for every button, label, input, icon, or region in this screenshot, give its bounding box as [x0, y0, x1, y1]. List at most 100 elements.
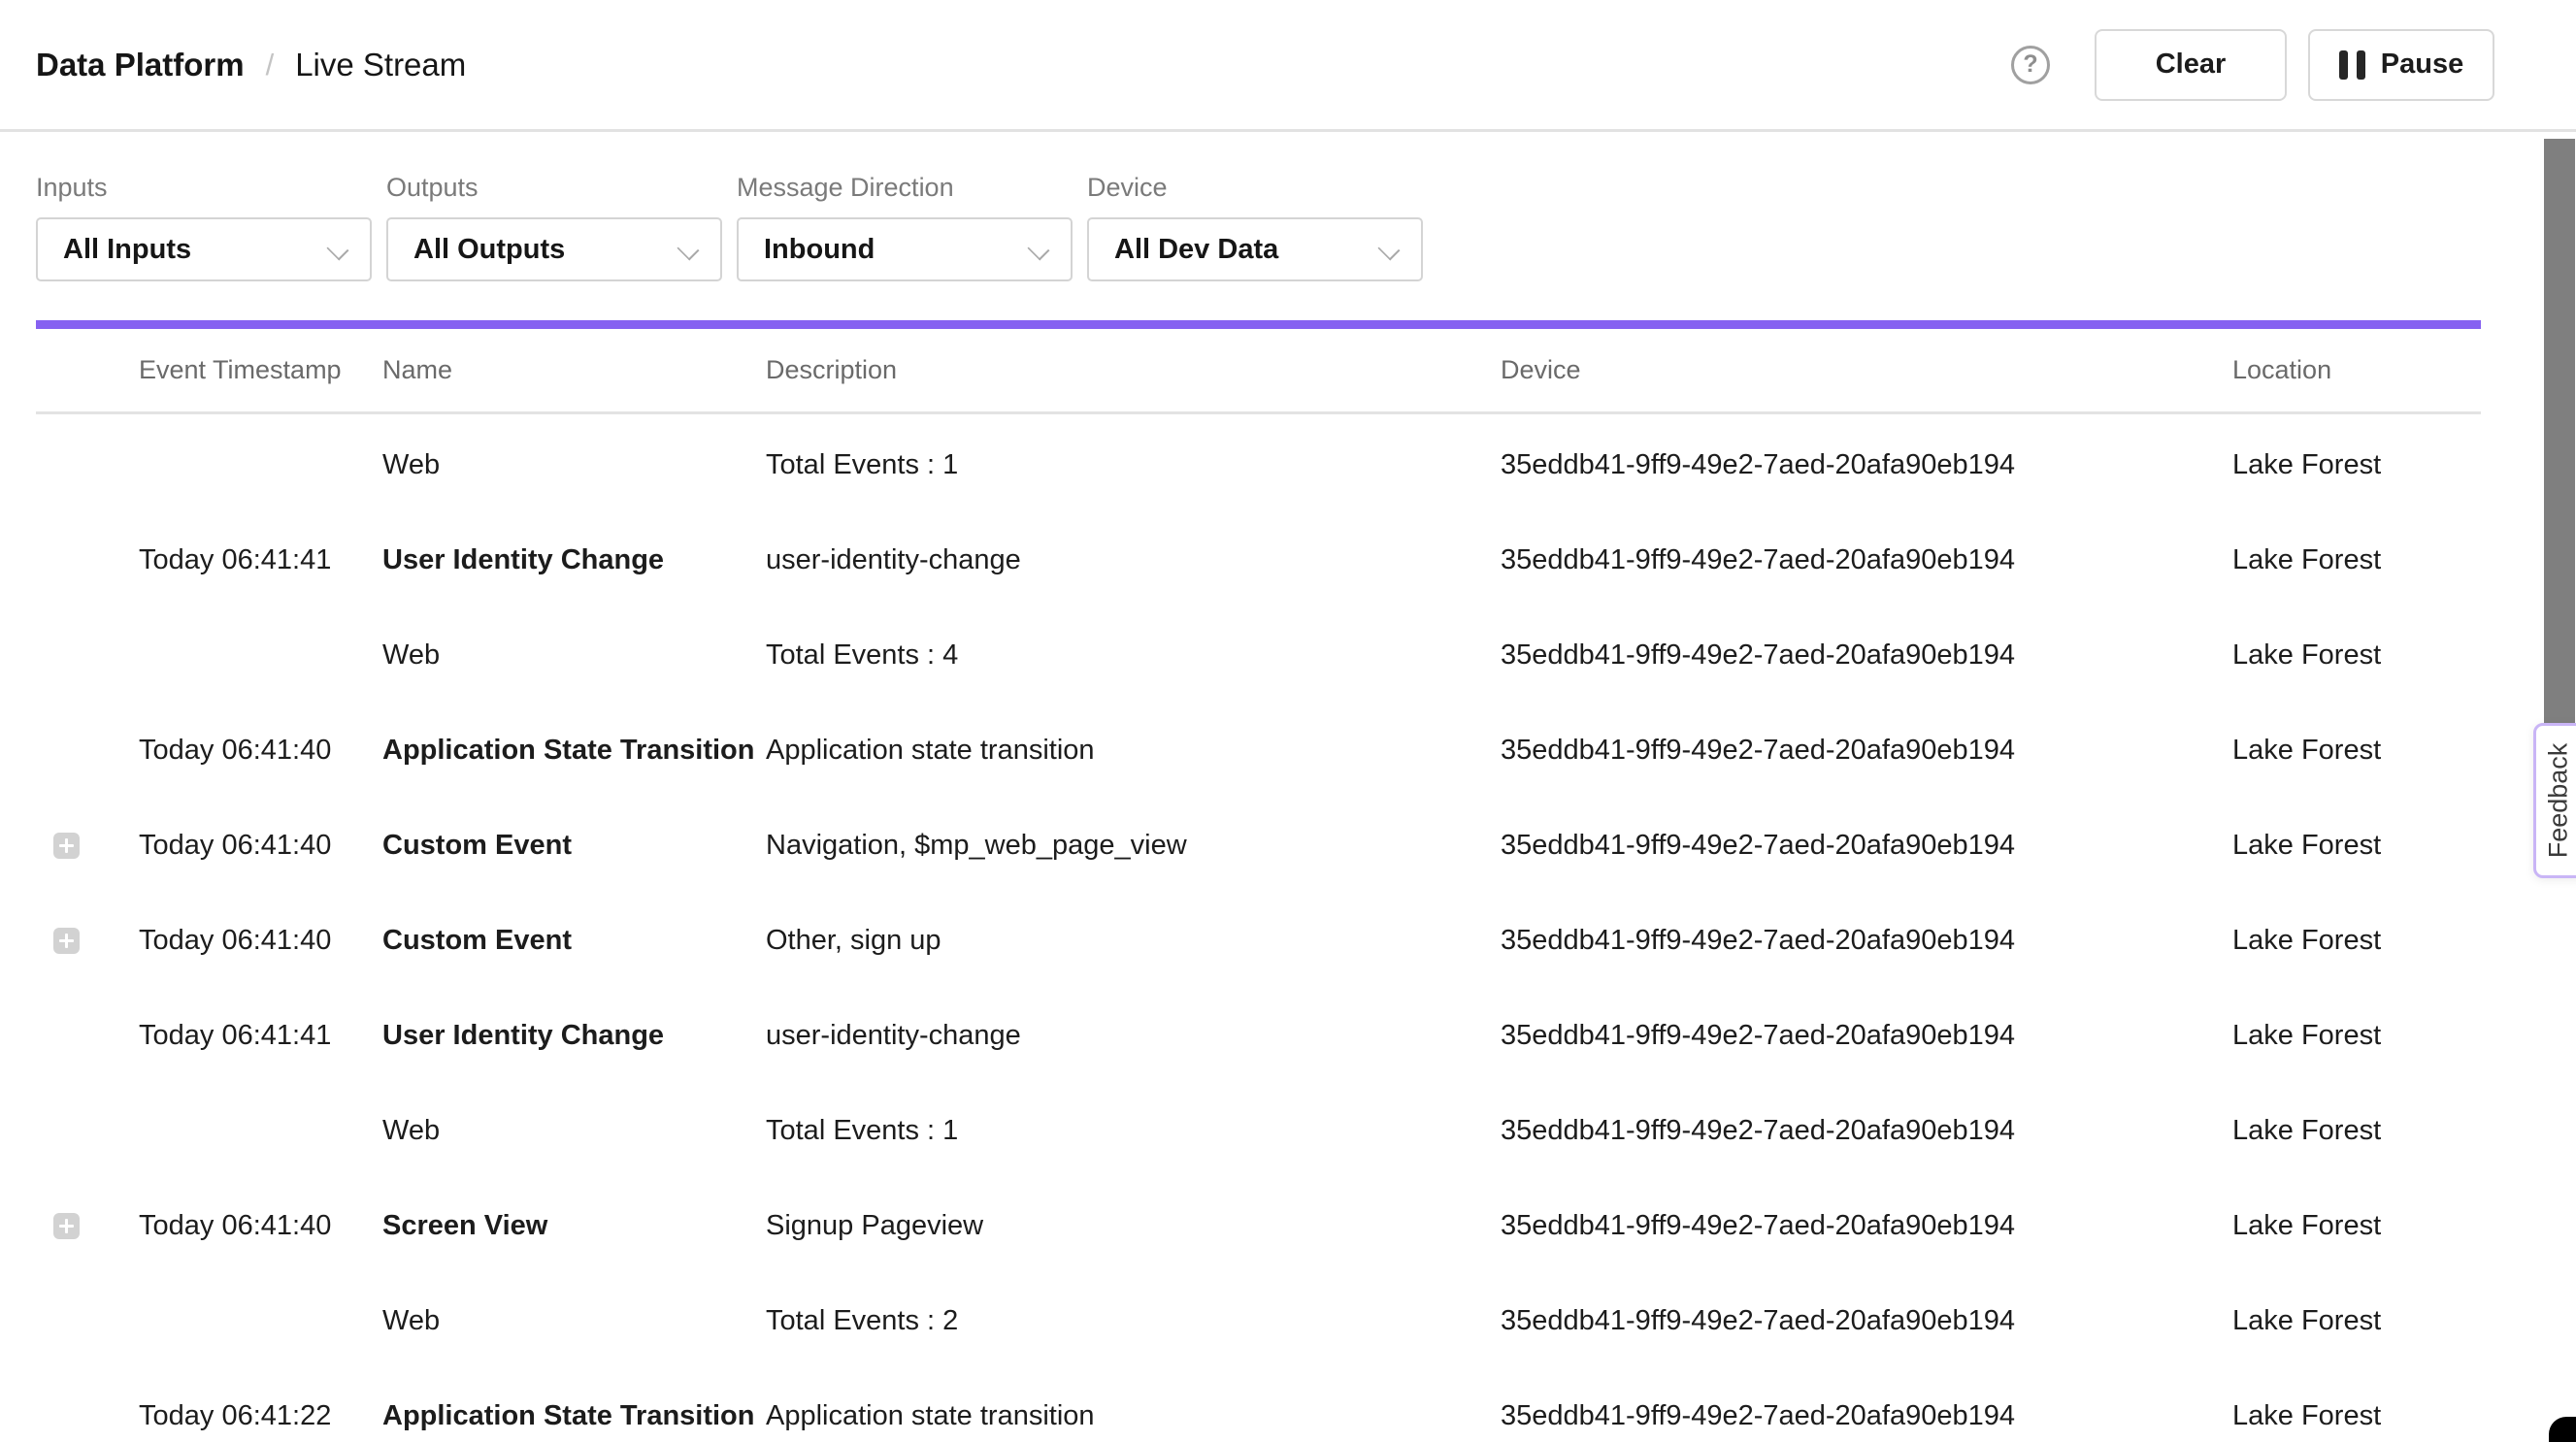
event-timestamp-cell: Today 06:41:40 [139, 1178, 372, 1273]
pause-button[interactable]: Pause [2308, 29, 2494, 101]
event-device-cell: 35eddb41-9ff9-49e2-7aed-20afa90eb194 [1501, 1178, 2224, 1273]
expand-cell [53, 607, 112, 703]
event-location-cell: Lake Forest [2232, 1083, 2475, 1178]
table-row[interactable]: Web Total Events : 2 35eddb41-9ff9-49e2-… [0, 1273, 2481, 1368]
event-device-cell: 35eddb41-9ff9-49e2-7aed-20afa90eb194 [1501, 512, 2224, 607]
table-row[interactable]: Web Total Events : 4 35eddb41-9ff9-49e2-… [0, 607, 2481, 703]
pause-button-label: Pause [2381, 49, 2463, 81]
event-name-cell: User Identity Change [382, 512, 756, 607]
pause-icon [2339, 50, 2365, 80]
filter-inputs-select[interactable]: All Inputs [36, 217, 372, 281]
expand-cell [53, 1273, 112, 1368]
event-location-cell: Lake Forest [2232, 417, 2475, 512]
event-device-cell: 35eddb41-9ff9-49e2-7aed-20afa90eb194 [1501, 703, 2224, 798]
filter-message-direction-label: Message Direction [737, 173, 1073, 203]
expand-cell [53, 893, 112, 988]
clear-button-label: Clear [2156, 49, 2227, 81]
event-timestamp-cell: Today 06:41:41 [139, 988, 372, 1083]
event-description-cell: Application state transition [766, 703, 1489, 798]
table-row[interactable]: Today 06:41:22 Application State Transit… [0, 1368, 2481, 1442]
chevron-down-icon [679, 241, 697, 258]
table-row[interactable]: Today 06:41:41 User Identity Change user… [0, 512, 2481, 607]
table-row[interactable]: Today 06:41:41 User Identity Change user… [0, 988, 2481, 1083]
event-name-cell: Custom Event [382, 893, 756, 988]
expand-cell [53, 1083, 112, 1178]
event-location-cell: Lake Forest [2232, 988, 2475, 1083]
table-row[interactable]: Today 06:41:40 Application State Transit… [0, 703, 2481, 798]
filter-inputs: Inputs All Inputs [36, 173, 372, 281]
filter-outputs: Outputs All Outputs [386, 173, 722, 281]
filter-outputs-value: All Outputs [413, 234, 565, 266]
event-location-cell: Lake Forest [2232, 1273, 2475, 1368]
table-row[interactable]: Today 06:41:40 Custom Event Other, sign … [0, 893, 2481, 988]
event-timestamp-cell [139, 1273, 372, 1368]
filter-device-select[interactable]: All Dev Data [1087, 217, 1423, 281]
expand-cell [53, 1178, 112, 1273]
clear-button[interactable]: Clear [2095, 29, 2287, 101]
event-device-cell: 35eddb41-9ff9-49e2-7aed-20afa90eb194 [1501, 798, 2224, 893]
event-location-cell: Lake Forest [2232, 1368, 2475, 1442]
event-description-cell: Total Events : 2 [766, 1273, 1489, 1368]
event-name-cell: Web [382, 1273, 756, 1368]
expand-row-button[interactable] [53, 928, 80, 954]
expand-row-button[interactable] [53, 1213, 80, 1239]
table-row[interactable]: Web Total Events : 1 35eddb41-9ff9-49e2-… [0, 1083, 2481, 1178]
event-name-cell: User Identity Change [382, 988, 756, 1083]
column-header-name: Name [382, 329, 452, 411]
feedback-tab[interactable]: Feedback [2533, 723, 2576, 878]
table-header: Event Timestamp Name Description Device … [36, 329, 2481, 414]
event-name-cell: Application State Transition [382, 1368, 756, 1442]
filter-message-direction: Message Direction Inbound [737, 173, 1073, 281]
event-name-cell: Web [382, 1083, 756, 1178]
event-device-cell: 35eddb41-9ff9-49e2-7aed-20afa90eb194 [1501, 988, 2224, 1083]
event-timestamp-cell: Today 06:41:40 [139, 703, 372, 798]
table-row[interactable]: Web Total Events : 1 35eddb41-9ff9-49e2-… [0, 417, 2481, 512]
event-name-cell: Screen View [382, 1178, 756, 1273]
event-timestamp-cell: Today 06:41:41 [139, 512, 372, 607]
live-stream-page: Data Platform / Live Stream ? Clear Paus… [0, 0, 2576, 1442]
column-header-description: Description [766, 329, 897, 411]
filter-message-direction-select[interactable]: Inbound [737, 217, 1073, 281]
vertical-scrollbar-thumb[interactable] [2544, 139, 2575, 733]
event-name-cell: Web [382, 607, 756, 703]
event-description-cell: user-identity-change [766, 988, 1489, 1083]
event-description-cell: Total Events : 1 [766, 417, 1489, 512]
event-description-cell: user-identity-change [766, 512, 1489, 607]
help-icon[interactable]: ? [2011, 46, 2050, 84]
event-description-cell: Total Events : 4 [766, 607, 1489, 703]
breadcrumb: Data Platform / Live Stream [36, 0, 466, 129]
chevron-down-icon [1030, 241, 1047, 258]
event-timestamp-cell: Today 06:41:40 [139, 893, 372, 988]
event-device-cell: 35eddb41-9ff9-49e2-7aed-20afa90eb194 [1501, 607, 2224, 703]
event-location-cell: Lake Forest [2232, 1178, 2475, 1273]
expand-row-button[interactable] [53, 833, 80, 859]
event-description-cell: Navigation, $mp_web_page_view [766, 798, 1489, 893]
event-timestamp-cell [139, 1083, 372, 1178]
filter-outputs-select[interactable]: All Outputs [386, 217, 722, 281]
filter-device-value: All Dev Data [1114, 234, 1278, 266]
event-location-cell: Lake Forest [2232, 703, 2475, 798]
expand-cell [53, 703, 112, 798]
expand-cell [53, 1368, 112, 1442]
event-timestamp-cell [139, 417, 372, 512]
event-device-cell: 35eddb41-9ff9-49e2-7aed-20afa90eb194 [1501, 1083, 2224, 1178]
column-header-device: Device [1501, 329, 1581, 411]
filter-device-label: Device [1087, 173, 1423, 203]
event-rows: Web Total Events : 1 35eddb41-9ff9-49e2-… [0, 417, 2576, 1442]
table-row[interactable]: Today 06:41:40 Custom Event Navigation, … [0, 798, 2481, 893]
event-description-cell: Total Events : 1 [766, 1083, 1489, 1178]
breadcrumb-section[interactable]: Data Platform [36, 47, 245, 83]
event-device-cell: 35eddb41-9ff9-49e2-7aed-20afa90eb194 [1501, 1368, 2224, 1442]
topbar-actions: ? Clear Pause [2011, 0, 2494, 129]
event-timestamp-cell [139, 607, 372, 703]
table-row[interactable]: Today 06:41:40 Screen View Signup Pagevi… [0, 1178, 2481, 1273]
filter-outputs-label: Outputs [386, 173, 722, 203]
expand-cell [53, 417, 112, 512]
column-header-event-timestamp: Event Timestamp [139, 329, 342, 411]
event-location-cell: Lake Forest [2232, 893, 2475, 988]
filters-bar: Inputs All Inputs Outputs All Outputs Me… [36, 173, 1437, 281]
event-name-cell: Custom Event [382, 798, 756, 893]
event-device-cell: 35eddb41-9ff9-49e2-7aed-20afa90eb194 [1501, 1273, 2224, 1368]
chevron-down-icon [1380, 241, 1398, 258]
column-header-location: Location [2232, 329, 2331, 411]
